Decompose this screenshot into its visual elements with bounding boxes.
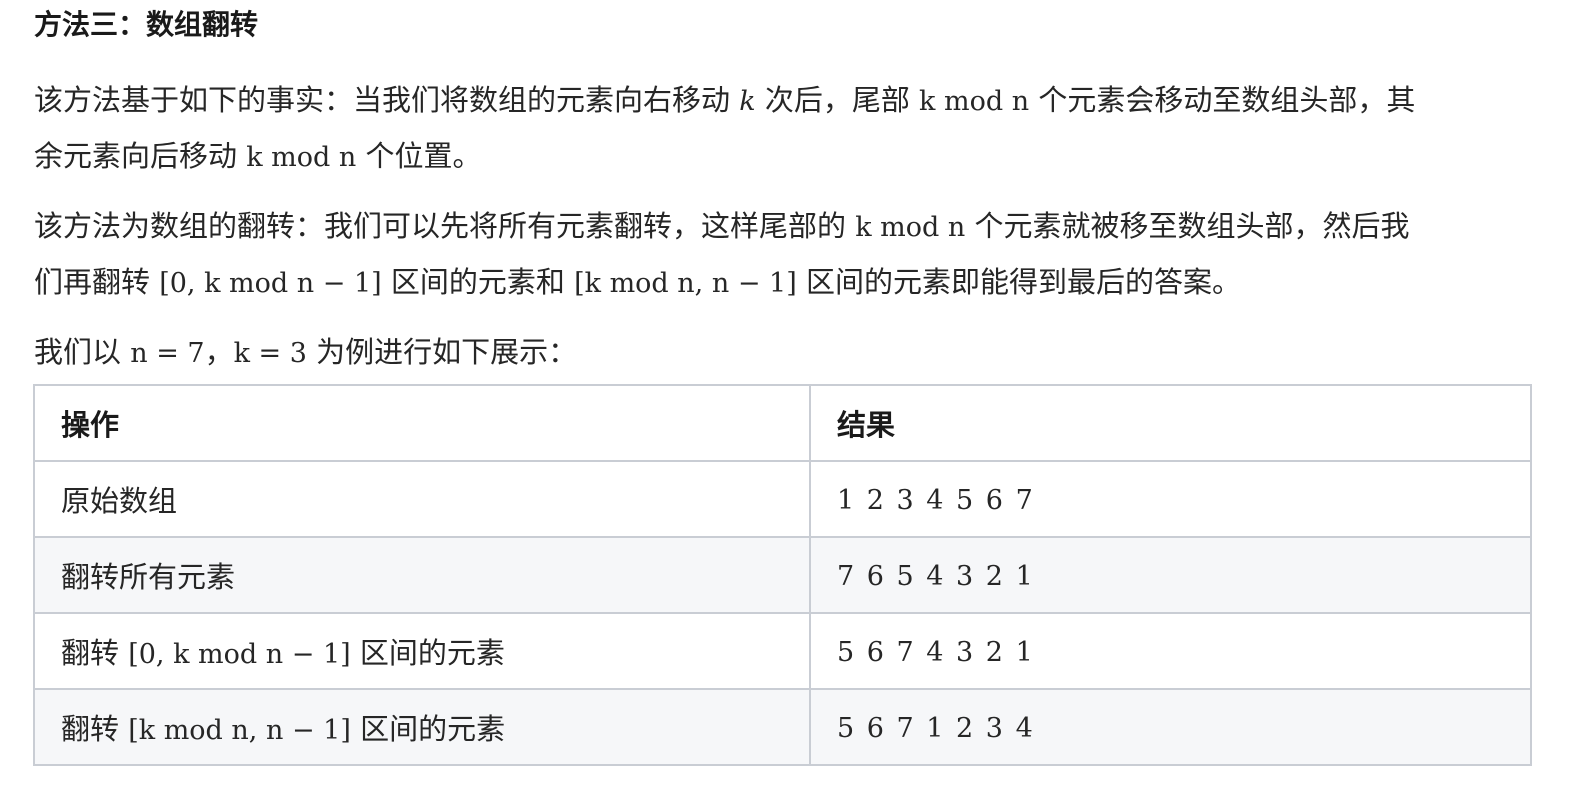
text-span: 个位置。 (356, 139, 482, 173)
table-row: 原始数组 1 2 3 4 5 6 7 (33, 460, 1532, 538)
math-k: k (739, 86, 756, 117)
paragraph-line: 们再翻转 [0, k mod n − 1] 区间的元素和 [k mod n, n… (34, 255, 1534, 311)
math-k-equals: k = 3 (233, 338, 307, 369)
text-span: ， (204, 335, 234, 369)
math-range-second: [k mod n, n − 1] (128, 715, 351, 746)
result-sequence: 5 6 7 1 2 3 4 (837, 713, 1035, 744)
text-span: 该方法为数组的翻转：我们可以先将所有元素翻转，这样尾部的 (34, 209, 856, 243)
section-heading: 方法三：数组翻转 (34, 8, 259, 41)
text-span: 次后，尾部 (755, 83, 920, 117)
table-row: 翻转 [0, k mod n − 1] 区间的元素 5 6 7 4 3 2 1 (33, 612, 1532, 690)
text-span: 我们以 (34, 335, 131, 369)
table-header-row: 操作 结果 (33, 384, 1532, 462)
result-sequence: 1 2 3 4 5 6 7 (837, 485, 1035, 516)
paragraph-line: 该方法基于如下的事实：当我们将数组的元素向右移动 k 次后，尾部 k mod n… (34, 73, 1534, 129)
math-k-mod-n: k mod n (246, 142, 357, 173)
operation-suffix: 区间的元素 (350, 712, 506, 746)
paragraph-line: 该方法为数组的翻转：我们可以先将所有元素翻转，这样尾部的 k mod n 个元素… (34, 199, 1534, 255)
result-cell: 7 6 5 4 3 2 1 (809, 536, 1532, 614)
text-span: 个元素就被移至数组头部，然后我 (965, 209, 1410, 243)
table-row: 翻转 [k mod n, n − 1] 区间的元素 5 6 7 1 2 3 4 (33, 688, 1532, 766)
article-section: 方法三：数组翻转 该方法基于如下的事实：当我们将数组的元素向右移动 k 次后，尾… (34, 0, 1534, 381)
math-range-first: [0, k mod n − 1] (128, 639, 351, 670)
operation-cell: 翻转 [0, k mod n − 1] 区间的元素 (33, 612, 811, 690)
text-span: 区间的元素和 (381, 265, 575, 299)
paragraph-line: 余元素向后移动 k mod n 个位置。 (34, 129, 1534, 185)
operations-table: 操作 结果 原始数组 1 2 3 4 5 6 7 翻转所有元素 7 6 5 4 … (33, 384, 1532, 766)
header-operation: 操作 (33, 384, 811, 462)
paragraph-example: 我们以 n = 7，k = 3 为例进行如下展示： (34, 325, 1534, 381)
math-n-equals: n = 7 (130, 338, 205, 369)
operation-cell: 原始数组 (33, 460, 811, 538)
result-sequence: 7 6 5 4 3 2 1 (837, 561, 1035, 592)
result-cell: 5 6 7 1 2 3 4 (809, 688, 1532, 766)
text-span: 们再翻转 (34, 265, 160, 299)
result-cell: 1 2 3 4 5 6 7 (809, 460, 1532, 538)
math-k-mod-n: k mod n (919, 86, 1030, 117)
operation-cell: 翻转 [k mod n, n − 1] 区间的元素 (33, 688, 811, 766)
operation-text: 原始数组 (61, 484, 178, 518)
operation-cell: 翻转所有元素 (33, 536, 811, 614)
math-k-mod-n: k mod n (855, 212, 966, 243)
header-result: 结果 (809, 384, 1532, 462)
text-span: 个元素会移动至数组头部，其 (1029, 83, 1416, 117)
table-row: 翻转所有元素 7 6 5 4 3 2 1 (33, 536, 1532, 614)
text-span: 该方法基于如下的事实：当我们将数组的元素向右移动 (34, 83, 740, 117)
math-range-second: [k mod n, n − 1] (574, 268, 797, 299)
paragraph-method: 该方法为数组的翻转：我们可以先将所有元素翻转，这样尾部的 k mod n 个元素… (34, 199, 1534, 311)
paragraph-fact: 该方法基于如下的事实：当我们将数组的元素向右移动 k 次后，尾部 k mod n… (34, 73, 1534, 185)
operation-text: 翻转所有元素 (61, 560, 236, 594)
result-sequence: 5 6 7 4 3 2 1 (837, 637, 1035, 668)
text-span: 余元素向后移动 (34, 139, 247, 173)
operation-text: 翻转 (61, 636, 129, 670)
math-range-first: [0, k mod n − 1] (159, 268, 382, 299)
operation-suffix: 区间的元素 (350, 636, 505, 670)
text-span: 区间的元素即能得到最后的答案。 (796, 265, 1241, 299)
operation-text: 翻转 (61, 712, 129, 746)
result-cell: 5 6 7 4 3 2 1 (809, 612, 1532, 690)
text-span: 为例进行如下展示： (306, 335, 578, 369)
